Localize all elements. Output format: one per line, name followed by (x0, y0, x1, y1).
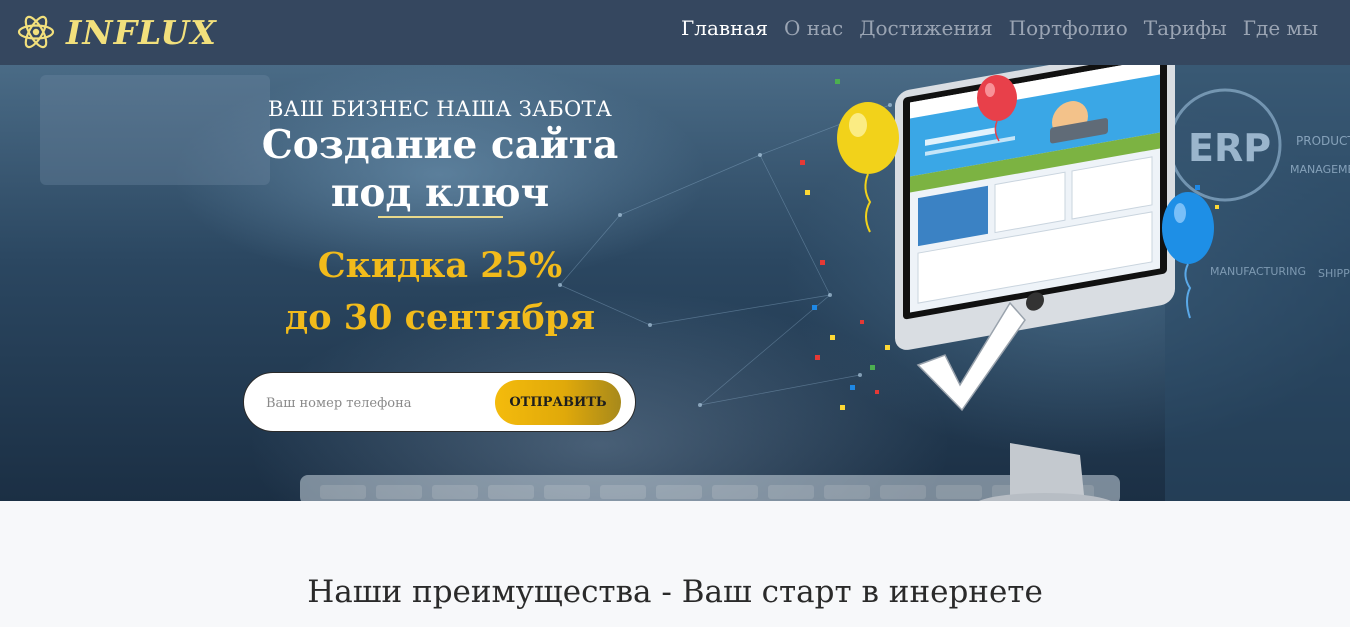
hero-banner: ERP PRODUCT MANAGEMENT MANUFACTURING SHI… (0, 65, 1350, 501)
hero-tagline: ВАШ БИЗНЕС НАША ЗАБОТА (267, 97, 613, 121)
logo-link[interactable]: INFLUX (16, 9, 217, 55)
discount-offer: Скидка 25% до 30 сентября (200, 240, 680, 344)
hero-title: Создание сайта под ключ (200, 121, 680, 217)
nav-link-about[interactable]: О нас (776, 14, 851, 42)
nav-link-location[interactable]: Где мы (1235, 14, 1326, 42)
yellow-balloon-icon (837, 102, 899, 233)
product-word: PRODUCT (1296, 134, 1350, 148)
hero-title-line-1: Создание сайта (261, 122, 619, 168)
erp-background-screen: ERP PRODUCT MANAGEMENT MANUFACTURING SHI… (1165, 65, 1350, 501)
nav-item-about: О нас (776, 14, 851, 42)
nav-link-home[interactable]: Главная (673, 14, 776, 42)
nav-item-achievements: Достижения (851, 14, 1000, 42)
monitor-stand (1010, 443, 1085, 501)
hero-title-line-2: под ключ (330, 170, 550, 216)
nav-link-achievements[interactable]: Достижения (851, 14, 1000, 42)
nav-item-portfolio: Портфолио (1001, 14, 1136, 42)
nav-item-home: Главная (673, 14, 776, 42)
navbar: INFLUX Главная О нас Достижения Портфоли… (0, 0, 1350, 65)
title-underline (378, 216, 503, 218)
atom-icon (17, 15, 55, 49)
discount-line-2: до 30 сентября (284, 297, 596, 338)
discount-line-1: Скидка 25% (317, 245, 563, 286)
submit-button[interactable]: ОТПРАВИТЬ (495, 380, 621, 425)
management-word: MANAGEMENT (1290, 163, 1350, 176)
shipping-word: SHIPP (1318, 267, 1350, 280)
callback-form: ОТПРАВИТЬ (243, 372, 636, 432)
nav-link-pricing[interactable]: Тарифы (1136, 14, 1235, 42)
manufacturing-word: MANUFACTURING (1210, 265, 1306, 278)
advantages-section-title: Наши преимущества - Ваш старт в инернете (307, 574, 1043, 610)
nav-link-portfolio[interactable]: Портфолио (1001, 14, 1136, 42)
erp-word: ERP (1188, 126, 1271, 170)
main-nav: Главная О нас Достижения Портфолио Тариф… (673, 14, 1326, 42)
nav-item-location: Где мы (1235, 14, 1326, 42)
brand-name: INFLUX (66, 12, 217, 52)
phone-input[interactable] (264, 387, 493, 419)
computer-monitor (895, 65, 1175, 350)
nav-item-pricing: Тарифы (1136, 14, 1235, 42)
